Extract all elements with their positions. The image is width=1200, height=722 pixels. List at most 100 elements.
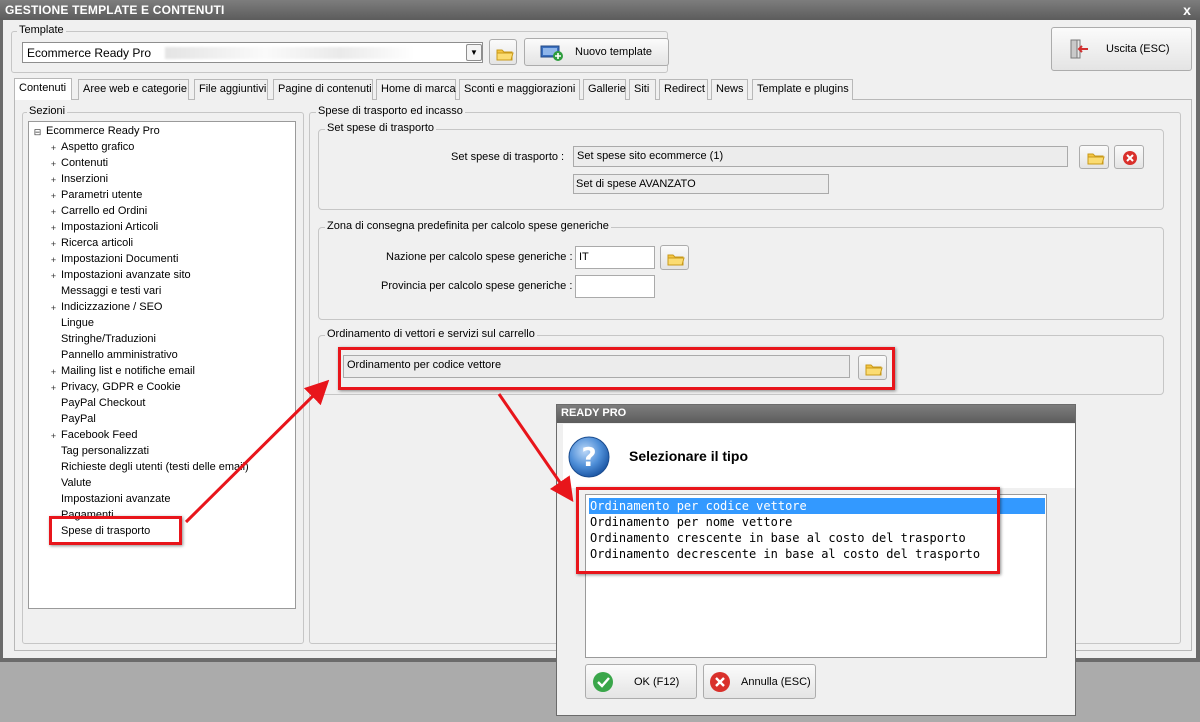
set-spese-field: Set spese sito ecommerce (1) xyxy=(573,146,1068,167)
clear-icon xyxy=(1123,151,1137,165)
template-label: Template xyxy=(17,24,66,36)
zona-group xyxy=(318,227,1164,320)
tab-contenuti[interactable]: Contenuti xyxy=(14,78,72,100)
tab-sconti[interactable]: Sconti e maggiorazioni xyxy=(459,79,580,100)
tree-item[interactable]: Carrello ed Ordini xyxy=(61,205,147,217)
tree-item[interactable]: Inserzioni xyxy=(61,173,108,185)
expand-icon[interactable]: + xyxy=(49,256,58,265)
ok-label: OK (F12) xyxy=(634,676,680,688)
question-icon: ? xyxy=(568,436,610,478)
tree-item[interactable]: Impostazioni avanzate xyxy=(61,493,170,505)
expand-icon[interactable]: + xyxy=(49,224,58,233)
folder-icon xyxy=(667,254,685,266)
tree-item[interactable]: Mailing list e notifiche email xyxy=(61,365,195,377)
tree-item[interactable]: Parametri utente xyxy=(61,189,142,201)
tree-item[interactable]: Privacy, GDPR e Cookie xyxy=(61,381,181,393)
template-combo[interactable]: Ecommerce Ready Pro ▼ xyxy=(22,42,483,63)
nazione-field[interactable]: IT xyxy=(575,246,655,269)
highlight-ordinamento xyxy=(338,347,895,390)
spese-title: Spese di trasporto ed incasso xyxy=(316,105,465,117)
template-combo-value: Ecommerce Ready Pro xyxy=(27,46,152,60)
dialog-title-bar: READY PRO xyxy=(557,405,1075,423)
expand-icon[interactable]: + xyxy=(49,192,58,201)
tab-news[interactable]: News xyxy=(711,79,748,100)
expand-icon[interactable]: + xyxy=(49,176,58,185)
new-template-label: Nuovo template xyxy=(575,46,653,58)
exit-door-icon xyxy=(1070,39,1088,59)
highlight-list xyxy=(576,487,1000,574)
new-template-icon xyxy=(540,45,563,61)
window-title-bar: GESTIONE TEMPLATE E CONTENUTI x xyxy=(0,0,1200,20)
set-spese-group-label: Set spese di trasporto xyxy=(325,122,437,134)
expand-icon[interactable]: + xyxy=(49,240,58,249)
folder-icon xyxy=(496,49,514,61)
tree-item[interactable]: Tag personalizzati xyxy=(61,445,149,457)
tree-root[interactable]: Ecommerce Ready Pro xyxy=(46,125,160,137)
template-open-folder-button[interactable] xyxy=(489,39,517,65)
expand-icon[interactable]: + xyxy=(49,432,58,441)
tab-redirect[interactable]: Redirect xyxy=(659,79,708,100)
set-spese-type-field: Set di spese AVANZATO xyxy=(573,174,829,194)
set-spese-type: Set di spese AVANZATO xyxy=(576,178,696,190)
close-icon[interactable]: x xyxy=(1178,1,1196,19)
tab-file-aggiuntivi[interactable]: File aggiuntivi xyxy=(194,79,268,100)
tree-item[interactable]: Impostazioni avanzate sito xyxy=(61,269,191,281)
tab-pagine-contenuti[interactable]: Pagine di contenuti xyxy=(273,79,373,100)
expand-icon[interactable]: + xyxy=(49,144,58,153)
zona-group-label: Zona di consegna predefinita per calcolo… xyxy=(325,220,611,232)
tree-item[interactable]: Indicizzazione / SEO xyxy=(61,301,163,313)
tree-item[interactable]: Impostazioni Documenti xyxy=(61,253,178,265)
exit-label: Uscita (ESC) xyxy=(1106,43,1170,55)
tab-home-marca[interactable]: Home di marca xyxy=(376,79,456,100)
tree-item[interactable]: Aspetto grafico xyxy=(61,141,134,153)
tree-item[interactable]: Impostazioni Articoli xyxy=(61,221,158,233)
set-spese-group xyxy=(318,129,1164,210)
tree-item[interactable]: Ricerca articoli xyxy=(61,237,133,249)
nazione-value: IT xyxy=(579,251,589,263)
check-icon xyxy=(593,672,613,692)
expand-icon[interactable]: + xyxy=(49,384,58,393)
tab-siti[interactable]: Siti xyxy=(629,79,656,100)
set-spese-caption: Set spese di trasporto : xyxy=(451,151,565,163)
blurred-text xyxy=(165,47,415,59)
cancel-icon xyxy=(710,672,730,692)
tree-item[interactable]: Richieste degli utenti (testi delle emai… xyxy=(61,461,249,473)
tab-aree-web[interactable]: Aree web e categorie xyxy=(78,79,189,100)
expand-icon[interactable]: + xyxy=(49,304,58,313)
exit-button[interactable]: Uscita (ESC) xyxy=(1051,27,1192,71)
expand-icon[interactable]: + xyxy=(49,272,58,281)
dialog-header: ? Selezionare il tipo xyxy=(563,424,1075,488)
chevron-down-icon[interactable]: ▼ xyxy=(466,44,482,61)
tree-item[interactable]: PayPal xyxy=(61,413,96,425)
tree-item[interactable]: Stringhe/Traduzioni xyxy=(61,333,156,345)
highlight-tree-item xyxy=(49,516,182,545)
svg-text:?: ? xyxy=(581,443,596,473)
sezioni-label: Sezioni xyxy=(27,105,68,117)
tree-item[interactable]: Messaggi e testi vari xyxy=(61,285,161,297)
set-spese-clear-button[interactable] xyxy=(1114,145,1144,169)
expand-icon[interactable]: + xyxy=(49,368,58,377)
nazione-open-button[interactable] xyxy=(660,245,689,270)
tree-item[interactable]: PayPal Checkout xyxy=(61,397,145,409)
tab-gallerie[interactable]: Gallerie xyxy=(583,79,626,100)
tree-item[interactable]: Contenuti xyxy=(61,157,108,169)
window-title: GESTIONE TEMPLATE E CONTENUTI xyxy=(5,3,225,17)
tab-strip: Contenuti Aree web e categorie File aggi… xyxy=(14,78,854,100)
tree-item[interactable]: Facebook Feed xyxy=(61,429,137,441)
nazione-caption: Nazione per calcolo spese generiche : xyxy=(386,251,573,263)
tree-item[interactable]: Lingue xyxy=(61,317,94,329)
tab-template-plugins[interactable]: Template e plugins xyxy=(752,79,853,100)
collapse-icon[interactable]: ⊟ xyxy=(33,128,42,137)
expand-icon[interactable]: + xyxy=(49,208,58,217)
new-template-button[interactable]: Nuovo template xyxy=(524,38,669,66)
dialog-question: Selezionare il tipo xyxy=(629,448,749,464)
tree-item[interactable]: Pannello amministrativo xyxy=(61,349,178,361)
tree-item[interactable]: Valute xyxy=(61,477,91,489)
ok-button[interactable]: OK (F12) xyxy=(585,664,697,699)
set-spese-open-button[interactable] xyxy=(1079,145,1109,169)
provincia-field[interactable] xyxy=(575,275,655,298)
dialog-title: READY PRO xyxy=(561,407,627,419)
cancel-button[interactable]: Annulla (ESC) xyxy=(703,664,816,699)
cancel-label: Annulla (ESC) xyxy=(741,676,811,688)
expand-icon[interactable]: + xyxy=(49,160,58,169)
